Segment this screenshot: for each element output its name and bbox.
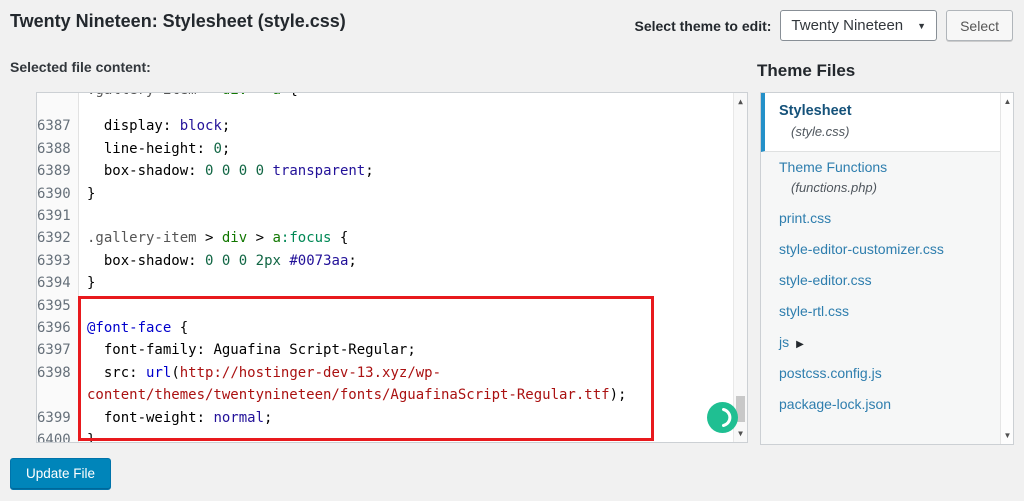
code-text: .gallery-item > div > a:focus { — [79, 227, 348, 249]
theme-file-sub-label: (style.css) — [779, 119, 990, 139]
code-lines: .gallery-item > div > a { 6387 display: b… — [37, 93, 733, 443]
theme-select-button[interactable]: Select — [946, 10, 1013, 41]
line-number: 6394 — [37, 272, 79, 294]
scroll-up-icon[interactable]: ▲ — [734, 95, 747, 108]
code-line: content/themes/twentynineteen/fonts/Agua… — [37, 384, 733, 406]
code-text: font-weight: normal; — [79, 407, 272, 429]
theme-file-label: Theme Functions — [779, 159, 990, 175]
code-text: box-shadow: 0 0 0 0 transparent; — [79, 160, 374, 182]
theme-file-item-theme-functions[interactable]: Theme Functions(functions.php) — [761, 152, 1000, 203]
line-number: 6398 — [37, 362, 79, 384]
theme-file-item-style-editor-css[interactable]: style-editor.css — [761, 265, 1000, 296]
line-number: 6391 — [37, 205, 79, 227]
theme-file-label: print.css — [779, 210, 990, 226]
line-number: 6389 — [37, 160, 79, 182]
code-line: 6392.gallery-item > div > a:focus { — [37, 227, 733, 249]
theme-files-panel: Stylesheet(style.css)Theme Functions(fun… — [760, 92, 1014, 445]
code-line: 6397 font-family: Aguafina Script-Regula… — [37, 339, 733, 361]
theme-file-item-stylesheet[interactable]: Stylesheet(style.css) — [761, 93, 1000, 152]
code-text: } — [79, 183, 95, 205]
line-number: 6387 — [37, 115, 79, 137]
code-text: content/themes/twentynineteen/fonts/Agua… — [79, 384, 626, 406]
code-line: 6398 src: url(http://hostinger-dev-13.xy… — [37, 362, 733, 384]
theme-select-label: Select theme to edit: — [635, 18, 772, 34]
code-text: src: url(http://hostinger-dev-13.xyz/wp- — [79, 362, 441, 384]
chevron-down-icon: ▼ — [917, 21, 926, 31]
theme-file-item-style-rtl-css[interactable]: style-rtl.css — [761, 296, 1000, 327]
page-title: Twenty Nineteen: Stylesheet (style.css) — [10, 11, 346, 32]
scroll-up-icon[interactable]: ▲ — [1001, 95, 1014, 108]
line-number: 6388 — [37, 138, 79, 160]
theme-file-label: style-editor.css — [779, 272, 990, 288]
theme-select-dropdown[interactable]: Twenty Nineteen ▼ — [780, 10, 937, 41]
line-number: 6399 — [37, 407, 79, 429]
line-number: 6393 — [37, 250, 79, 272]
code-line: 6390} — [37, 183, 733, 205]
code-line: .gallery-item > div > a { — [37, 93, 733, 115]
line-number: 6390 — [37, 183, 79, 205]
line-number: 6396 — [37, 317, 79, 339]
theme-file-item-package-lock-json[interactable]: package-lock.json — [761, 389, 1000, 420]
code-line: 6400} — [37, 429, 733, 443]
selected-file-label: Selected file content: — [10, 59, 151, 75]
theme-file-label: package-lock.json — [779, 396, 990, 412]
line-number: 6392 — [37, 227, 79, 249]
code-line: 6399 font-weight: normal; — [37, 407, 733, 429]
theme-file-label: Stylesheet — [779, 103, 990, 119]
code-text: line-height: 0; — [79, 138, 230, 160]
line-number: 6400 — [37, 429, 79, 443]
line-number: 6397 — [37, 339, 79, 361]
theme-files-heading: Theme Files — [757, 61, 855, 81]
update-file-button[interactable]: Update File — [10, 458, 111, 490]
code-text: } — [79, 429, 95, 443]
code-text — [79, 205, 87, 227]
theme-file-item-postcss-config-js[interactable]: postcss.config.js — [761, 358, 1000, 389]
theme-file-label: js▶ — [779, 334, 990, 350]
theme-selector-row: Select theme to edit: Twenty Nineteen ▼ … — [635, 10, 1014, 41]
code-text: display: block; — [79, 115, 230, 137]
code-text: } — [79, 272, 95, 294]
code-text: .gallery-item > div > a { — [79, 93, 298, 101]
sidebar-scrollbar[interactable]: ▲ ▼ — [1000, 93, 1013, 444]
code-line: 6388 line-height: 0; — [37, 138, 733, 160]
theme-select-value: Twenty Nineteen — [791, 17, 903, 34]
theme-file-label: postcss.config.js — [779, 365, 990, 381]
code-line: 6389 box-shadow: 0 0 0 0 transparent; — [37, 160, 733, 182]
code-text: font-family: Aguafina Script-Regular; — [79, 339, 416, 361]
loading-spinner-icon[interactable] — [707, 402, 738, 433]
theme-file-item-js[interactable]: js▶ — [761, 327, 1000, 358]
code-text: box-shadow: 0 0 0 2px #0073aa; — [79, 250, 357, 272]
code-line: 6387 display: block; — [37, 115, 733, 137]
theme-file-item-print-css[interactable]: print.css — [761, 203, 1000, 234]
line-number — [37, 384, 79, 406]
theme-file-sub-label: (functions.php) — [779, 175, 990, 195]
code-text — [79, 295, 87, 317]
code-line: 6391 — [37, 205, 733, 227]
scroll-down-icon[interactable]: ▼ — [1001, 429, 1014, 442]
code-text: @font-face { — [79, 317, 188, 339]
line-number: 6395 — [37, 295, 79, 317]
folder-expand-icon[interactable]: ▶ — [796, 339, 804, 350]
code-line: 6393 box-shadow: 0 0 0 2px #0073aa; — [37, 250, 733, 272]
code-editor[interactable]: .gallery-item > div > a { 6387 display: b… — [36, 92, 748, 443]
editor-scrollbar[interactable]: ▲ ▼ — [733, 93, 747, 442]
theme-file-label: style-editor-customizer.css — [779, 241, 990, 257]
theme-file-item-style-editor-customizer-css[interactable]: style-editor-customizer.css — [761, 234, 1000, 265]
code-line: 6394} — [37, 272, 733, 294]
theme-file-label: style-rtl.css — [779, 303, 990, 319]
code-line: 6395 — [37, 295, 733, 317]
code-line: 6396@font-face { — [37, 317, 733, 339]
line-number — [37, 93, 79, 101]
theme-file-list: Stylesheet(style.css)Theme Functions(fun… — [761, 93, 1000, 420]
